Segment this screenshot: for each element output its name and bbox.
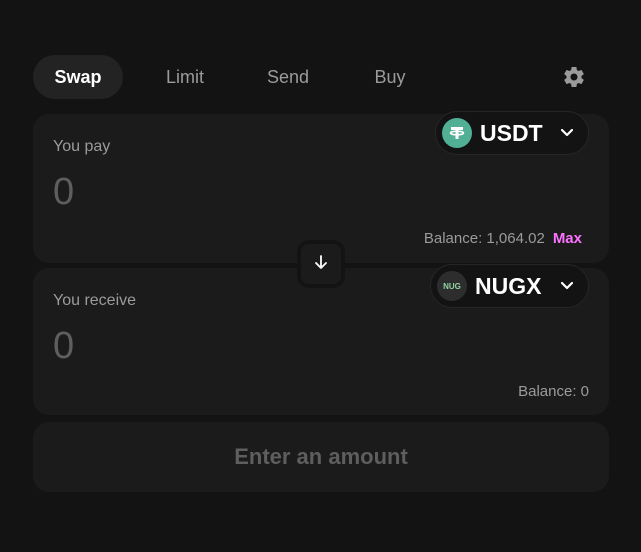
switch-direction-button[interactable] — [297, 240, 345, 288]
tab-limit[interactable]: Limit — [145, 55, 225, 99]
receive-amount-input[interactable] — [53, 324, 353, 368]
pay-token-selector[interactable]: USDT — [435, 111, 589, 155]
pay-amount-input[interactable] — [53, 170, 353, 214]
chevron-down-icon — [560, 279, 574, 293]
receive-balance: Balance: 0 — [518, 383, 589, 400]
tab-swap[interactable]: Swap — [33, 55, 123, 99]
usdt-logo-icon — [442, 118, 472, 148]
chevron-down-icon — [560, 126, 574, 140]
receive-token-selector[interactable]: NUG NUGX — [430, 264, 589, 308]
arrow-down-icon — [312, 253, 330, 276]
pay-token-symbol: USDT — [480, 119, 543, 146]
pay-label: You pay — [53, 138, 111, 155]
tab-send[interactable]: Send — [248, 55, 328, 99]
swap-widget: Swap Limit Send Buy You pay Balance: 1,0… — [33, 54, 609, 492]
max-button[interactable]: Max — [553, 230, 582, 247]
nugx-logo-icon: NUG — [437, 271, 467, 301]
nugx-logo-text: NUG — [443, 281, 461, 291]
receive-label: You receive — [53, 292, 137, 309]
receive-token-symbol: NUGX — [475, 272, 542, 299]
pay-balance: Balance: 1,064.02 — [423, 230, 545, 247]
receive-balance-row: Balance: 0 — [518, 383, 589, 400]
enter-amount-button[interactable]: Enter an amount — [33, 422, 609, 492]
gear-icon[interactable] — [560, 63, 588, 91]
swap-tabs: Swap Limit Send Buy — [33, 54, 609, 100]
tab-buy[interactable]: Buy — [353, 55, 427, 99]
pay-balance-row: Balance: 1,064.02 Max — [424, 230, 582, 247]
